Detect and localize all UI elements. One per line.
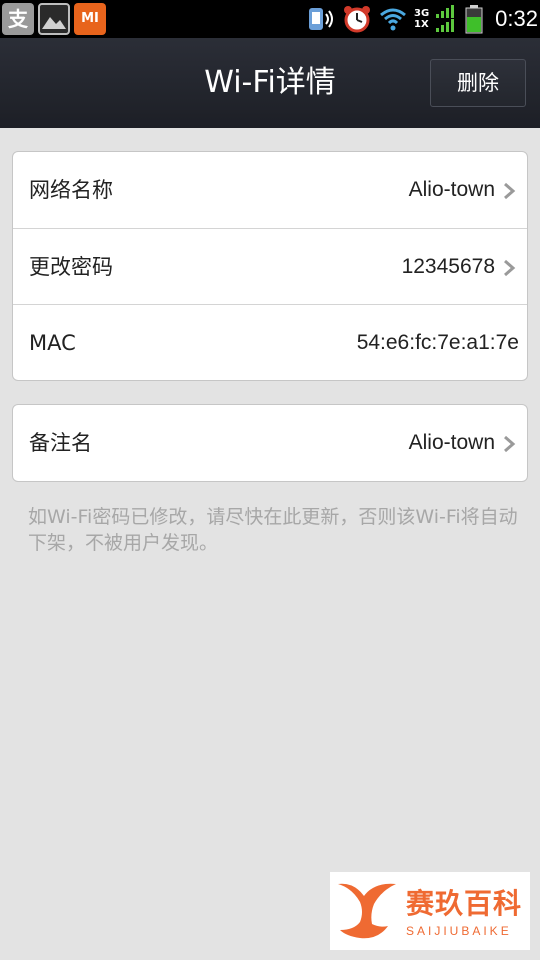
network-name-row[interactable]: 网络名称 Alio-town xyxy=(13,152,527,228)
remark-name-row[interactable]: 备注名 Alio-town xyxy=(13,405,527,481)
remark-card: 备注名 Alio-town xyxy=(12,404,528,482)
battery-icon xyxy=(463,4,485,34)
mi-icon: MI xyxy=(74,3,106,35)
signal-icon xyxy=(435,4,457,34)
mac-value: 54:e6:fc:7e:a1:7e xyxy=(356,331,519,354)
network-bottom-label: 1X xyxy=(414,19,429,30)
network-type: 3G 1X xyxy=(414,8,429,30)
remark-name-value: Alio-town xyxy=(408,431,495,454)
password-value: 12345678 xyxy=(401,255,495,278)
change-password-row[interactable]: 更改密码 12345678 xyxy=(13,228,527,304)
mac-label: MAC xyxy=(29,331,76,355)
watermark: 赛玖百科 SAIJIUBAIKE xyxy=(330,872,530,950)
phone-speaker-icon xyxy=(306,4,336,34)
clock: 0:32 xyxy=(495,6,538,31)
chevron-right-icon xyxy=(504,182,516,200)
chevron-right-icon xyxy=(504,435,516,453)
mi-icon-label: MI xyxy=(81,11,99,26)
wifi-details-card: 网络名称 Alio-town 更改密码 12345678 MAC 54:e6:f… xyxy=(12,151,528,381)
notification-icons: 支 MI xyxy=(2,3,106,35)
alarm-clock-icon xyxy=(342,4,372,34)
whale-tail-logo-icon xyxy=(338,883,396,939)
alipay-icon: 支 xyxy=(2,3,34,35)
update-password-note: 如Wi-Fi密码已修改，请尽快在此更新，否则该Wi-Fi将自动下架，不被用户发现… xyxy=(28,506,518,554)
mac-row: MAC 54:e6:fc:7e:a1:7e xyxy=(13,304,527,380)
alipay-icon-label: 支 xyxy=(8,7,28,31)
chevron-right-icon xyxy=(504,259,516,277)
watermark-title: 赛玖百科 xyxy=(406,887,523,920)
change-password-label: 更改密码 xyxy=(29,255,113,279)
remark-name-label: 备注名 xyxy=(29,431,92,455)
system-icons: 3G 1X 0:32 xyxy=(306,0,540,38)
network-name-value: Alio-town xyxy=(408,178,495,201)
network-top-label: 3G xyxy=(414,8,430,19)
title-bar: Wi-Fi详情 删除 xyxy=(0,38,540,128)
gallery-icon xyxy=(38,3,70,35)
network-name-label: 网络名称 xyxy=(29,178,113,202)
delete-button[interactable]: 删除 xyxy=(430,59,526,107)
status-bar: 支 MI 3G 1X 0:32 xyxy=(0,0,540,38)
watermark-subtitle: SAIJIUBAIKE xyxy=(406,924,512,938)
wifi-icon xyxy=(378,4,408,34)
